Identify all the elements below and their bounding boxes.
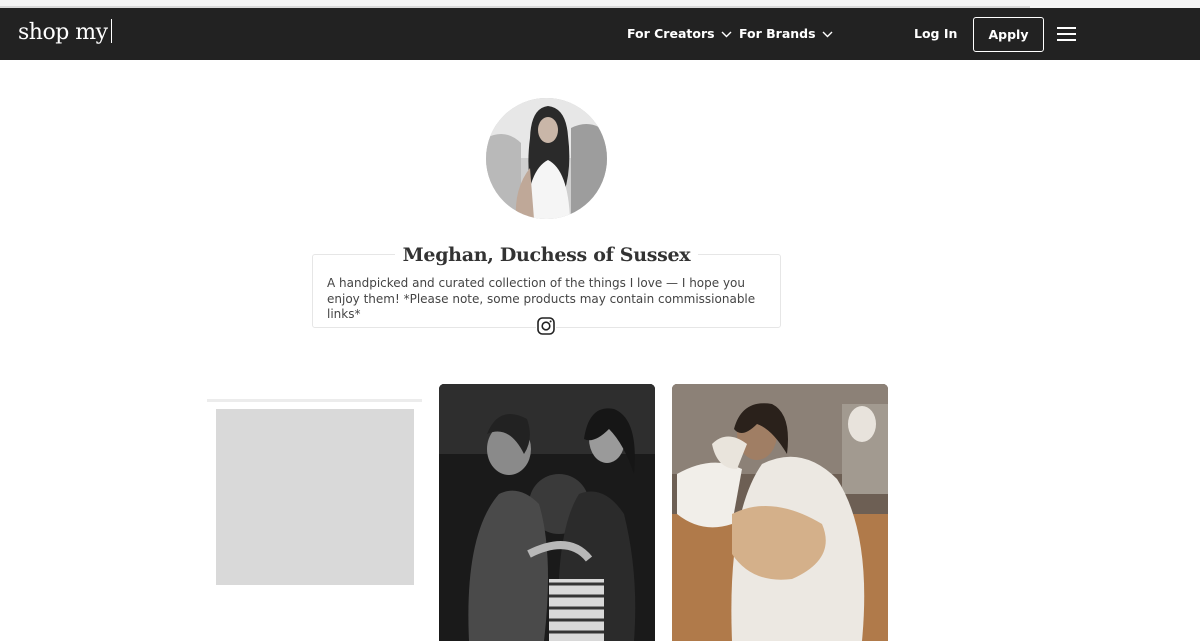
instagram-icon[interactable] bbox=[536, 316, 556, 336]
hamburger-menu-icon[interactable] bbox=[1057, 25, 1076, 43]
nav-for-creators-label: For Creators bbox=[627, 26, 715, 41]
nav-for-brands-label: For Brands bbox=[739, 26, 816, 41]
browser-top-strip bbox=[0, 0, 1200, 8]
collection-card-photo-dog[interactable] bbox=[672, 384, 888, 641]
collection-card-photo-embrace[interactable] bbox=[439, 384, 655, 641]
nav-for-brands[interactable]: For Brands bbox=[739, 26, 833, 41]
logo-text: shop my bbox=[18, 20, 108, 45]
top-navbar: shop my For Creators For Brands Log In A… bbox=[0, 8, 1200, 60]
chevron-down-icon bbox=[721, 31, 732, 38]
loading-image-placeholder bbox=[216, 409, 414, 585]
apply-button[interactable]: Apply bbox=[973, 17, 1044, 52]
profile-name: Meghan, Duchess of Sussex bbox=[394, 244, 699, 266]
shopmy-logo[interactable]: shop my bbox=[18, 19, 112, 45]
login-link[interactable]: Log In bbox=[914, 26, 957, 41]
profile-name-wrap: Meghan, Duchess of Sussex bbox=[0, 244, 1093, 266]
loading-bar-placeholder bbox=[207, 399, 422, 402]
profile-avatar bbox=[486, 98, 607, 219]
chevron-down-icon bbox=[822, 31, 833, 38]
nav-for-creators[interactable]: For Creators bbox=[627, 26, 732, 41]
